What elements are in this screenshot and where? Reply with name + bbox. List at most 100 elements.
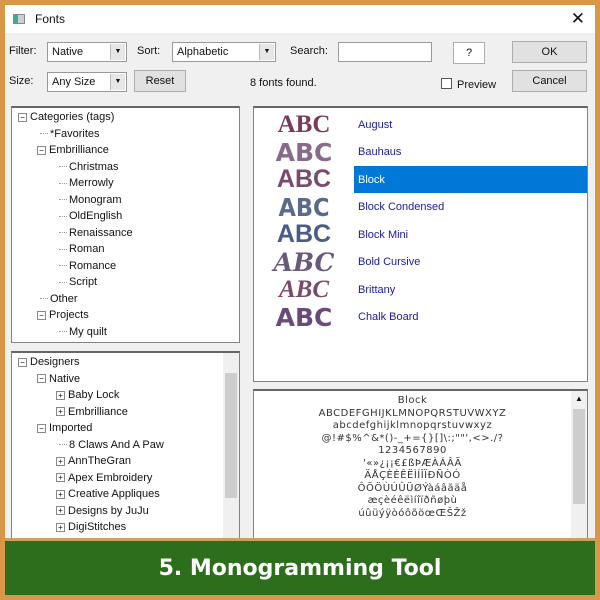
filter-label: Filter: [9,45,37,57]
expand-icon[interactable]: + [56,522,65,532]
help-button[interactable]: ? [453,42,485,64]
scrollbar-thumb[interactable] [225,373,237,498]
filter-select[interactable]: Native ▼ [47,42,127,62]
tree-connector [59,331,67,333]
collapse-icon[interactable]: − [37,374,46,384]
scrollbar-thumb[interactable] [573,409,585,504]
expand-icon[interactable]: + [56,473,65,483]
tree-item[interactable]: Roman [59,243,104,255]
preview-line: 1234567890 [378,445,447,456]
font-list-item[interactable]: ABC Brittany [254,276,587,303]
font-name: Block [358,173,385,186]
tree-connector [59,265,67,267]
font-list[interactable]: ABC August ABC Bauhaus ABC Block ABC Block Cond… [253,106,588,382]
preview-checkbox[interactable] [441,78,452,89]
tree-item-label: Apex Embroidery [68,471,153,484]
tree-item[interactable]: + Embrilliance [56,406,128,418]
tree-item[interactable]: − Categories (tags) [18,111,114,123]
tree-item[interactable]: Merrowly [59,177,114,189]
tree-item-label: Script [69,276,98,288]
tree-connector [40,298,48,300]
tree-connector [59,444,67,446]
expand-icon[interactable]: + [56,489,65,499]
tree-item[interactable]: My quilt [59,326,107,338]
collapse-icon[interactable]: − [37,310,46,320]
tree-item[interactable]: − Designers [18,356,80,368]
categories-tree[interactable]: − Categories (tags) *Favorites − Embrillianc… [11,106,240,343]
tree-item[interactable]: + Apex Embroidery [56,472,152,484]
tree-item-label: Merrowly [69,177,114,189]
expand-icon[interactable]: + [56,456,65,466]
tree-item-label: DigiStitches [68,521,127,533]
chevron-down-icon: ▼ [110,74,125,90]
tree-item[interactable]: + DigiStitches [56,521,126,533]
sort-select[interactable]: Alphabetic ▼ [172,42,276,62]
tree-item[interactable]: + Baby Lock [56,389,119,401]
designers-scrollbar[interactable] [223,353,239,538]
window-title: Fonts [35,12,66,26]
tree-item[interactable]: 8 Claws And A Paw [59,438,164,451]
designers-tree[interactable]: − Designers − Native + Baby Lock + Embrilliance… [11,351,240,538]
sort-label: Sort: [137,45,161,57]
tree-item[interactable]: Other [40,293,78,305]
preview-label: Preview [457,79,497,91]
collapse-icon[interactable]: − [18,112,27,122]
preview-line: abcdefghijklmnopqrstuvwxyz [332,420,493,431]
search-input[interactable] [338,42,432,62]
font-list-item[interactable]: ABC Chalk Board [254,303,587,332]
tree-item[interactable]: − Imported [37,422,92,434]
font-sample: ABC [275,137,333,167]
tree-connector [59,182,67,184]
expand-icon[interactable]: + [56,407,65,417]
app-icon [13,14,25,24]
tree-item[interactable]: Script [59,276,98,288]
caption-banner: 5. Monogramming Tool [5,538,595,595]
tree-item[interactable]: Romance [59,260,116,272]
tree-item[interactable]: − Embrilliance [37,144,109,156]
ok-button[interactable]: OK [512,41,587,63]
chevron-down-icon: ▼ [110,44,125,60]
tree-item[interactable]: OldEnglish [59,210,122,222]
tree-item-label: Projects [49,309,89,321]
scroll-up-icon[interactable]: ▲ [575,394,583,403]
tree-item[interactable]: − Projects [37,309,89,321]
collapse-icon[interactable]: − [18,357,27,367]
font-list-item[interactable]: ABC Block Condensed [254,193,587,222]
cancel-button[interactable]: Cancel [512,70,587,92]
tree-item-label: Imported [49,422,93,434]
font-list-item[interactable]: ABC Block [254,165,587,193]
tree-item[interactable]: + Designs by JuJu [56,505,149,517]
expand-icon[interactable]: + [56,506,65,516]
tree-item-label: Christmas [69,160,119,173]
tree-item[interactable]: Renaissance [59,227,133,239]
close-icon[interactable]: ✕ [571,9,585,29]
font-list-item[interactable]: ABC Bold Cursive [254,248,587,277]
tree-connector [40,133,48,135]
tree-connector [59,281,67,283]
tree-item[interactable]: *Favorites [40,128,100,140]
tree-item[interactable]: + AnnTheGran [56,455,131,467]
size-select[interactable]: Any Size ▼ [47,72,127,92]
expand-icon[interactable]: + [56,390,65,400]
tree-item[interactable]: Christmas [59,160,119,173]
collapse-icon[interactable]: − [37,145,46,155]
sort-value: Alphabetic [177,46,229,58]
tree-item[interactable]: Monogram [59,193,122,206]
fonts-dialog: Fonts ✕ Filter: Native ▼ Sort: Alphabetic… [5,5,595,538]
font-list-item[interactable]: ABC Bauhaus [254,137,587,167]
collapse-icon[interactable]: − [37,423,46,433]
tree-item-label: 8 Claws And A Paw [69,438,164,451]
preview-line: '«»¿¡¡€£ßÞÆÀÁÂÃ [363,457,462,469]
tree-item[interactable]: − Native [37,373,80,385]
tree-item[interactable]: + Creative Appliques [56,488,160,500]
tree-item-label: Monogram [69,193,122,206]
font-list-item[interactable]: ABC August [254,111,587,138]
reset-button[interactable]: Reset [134,70,186,92]
preview-line: Block [397,395,428,406]
font-list-item[interactable]: ABC Block Mini [254,220,587,248]
preview-line: @!#$%^&*()-_+={}[]\:;""',<>./? [321,432,504,444]
preview-scrollbar[interactable]: ▲ [571,391,587,538]
font-sample: ABC [276,220,332,248]
title-bar: Fonts ✕ [5,5,595,33]
tree-item-label: Embrilliance [49,144,109,156]
